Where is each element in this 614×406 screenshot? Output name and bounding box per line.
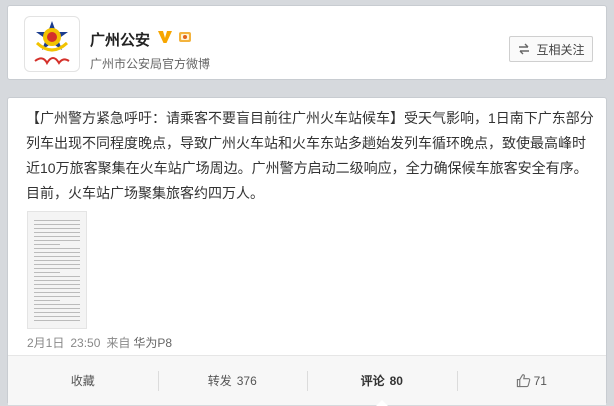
document-line: [34, 308, 80, 309]
document-thumbnail-icon[interactable]: [27, 211, 87, 329]
profile-header-card: 广州公安 广州市公安局官方微博 互相关注: [7, 5, 607, 80]
mutual-follow-icon: [519, 43, 530, 55]
post-source[interactable]: 华为P8: [133, 336, 172, 350]
repost-count: 376: [236, 373, 257, 388]
comment-label: 评论: [360, 374, 385, 388]
document-line: [34, 252, 80, 253]
document-line: [34, 260, 80, 261]
document-line: [34, 284, 80, 285]
like-count: 71: [533, 373, 547, 388]
police-badge-icon: [34, 21, 70, 66]
source-prefix: 来自: [106, 336, 131, 350]
follow-button-label: 互相关注: [536, 42, 585, 57]
comment-button[interactable]: 评论 80: [307, 356, 457, 406]
repost-label: 转发: [207, 374, 232, 388]
document-line: [34, 220, 80, 221]
document-line: [34, 300, 60, 301]
document-line: [34, 236, 80, 237]
post-meta: 2月1日 23:50 来自 华为P8: [27, 334, 178, 351]
document-line: [34, 272, 60, 273]
document-line: [34, 288, 80, 289]
document-line: [34, 312, 80, 313]
post-card: 【广州警方紧急呼吁：请乘客不要盲目前往广州火车站候车】受天气影响，1日南下广东部…: [7, 97, 607, 406]
document-line: [34, 240, 80, 241]
favorite-button[interactable]: 收藏: [8, 356, 158, 405]
favorite-label: 收藏: [70, 374, 95, 388]
document-line: [34, 256, 80, 257]
post-headline[interactable]: 【广州警方紧急呼吁：请乘客不要盲目前往广州火车站候车】: [26, 110, 404, 126]
document-line: [34, 304, 80, 305]
user-name[interactable]: 广州公安: [90, 29, 150, 50]
document-line: [34, 244, 60, 245]
document-line: [34, 280, 80, 281]
post-text: 【广州警方紧急呼吁：请乘客不要盲目前往广州火车站候车】受天气影响，1日南下广东部…: [26, 106, 596, 206]
medal-icon[interactable]: [177, 29, 193, 45]
document-line: [34, 224, 80, 225]
post-time[interactable]: 23:50: [70, 336, 100, 350]
document-line: [34, 292, 80, 293]
user-description: 广州市公安局官方微博: [90, 57, 211, 71]
post-date[interactable]: 2月1日: [27, 336, 64, 350]
document-line: [34, 228, 80, 229]
document-line: [34, 264, 80, 265]
repost-button[interactable]: 转发 376: [157, 356, 308, 405]
avatar[interactable]: [24, 16, 80, 72]
mutual-follow-button[interactable]: 互相关注: [509, 36, 593, 62]
like-button[interactable]: 71: [456, 356, 607, 405]
verified-v-icon: [158, 31, 172, 43]
document-line: [34, 248, 80, 249]
document-line: [34, 316, 80, 317]
document-line: [34, 320, 80, 321]
document-line: [34, 296, 80, 297]
action-bar: 收藏 转发 376 评论 80 71: [8, 355, 607, 406]
document-line: [34, 232, 80, 233]
comment-count: 80: [389, 373, 403, 388]
document-line: [34, 268, 80, 269]
document-line: [34, 276, 80, 277]
thumbs-up-icon: [516, 374, 530, 388]
